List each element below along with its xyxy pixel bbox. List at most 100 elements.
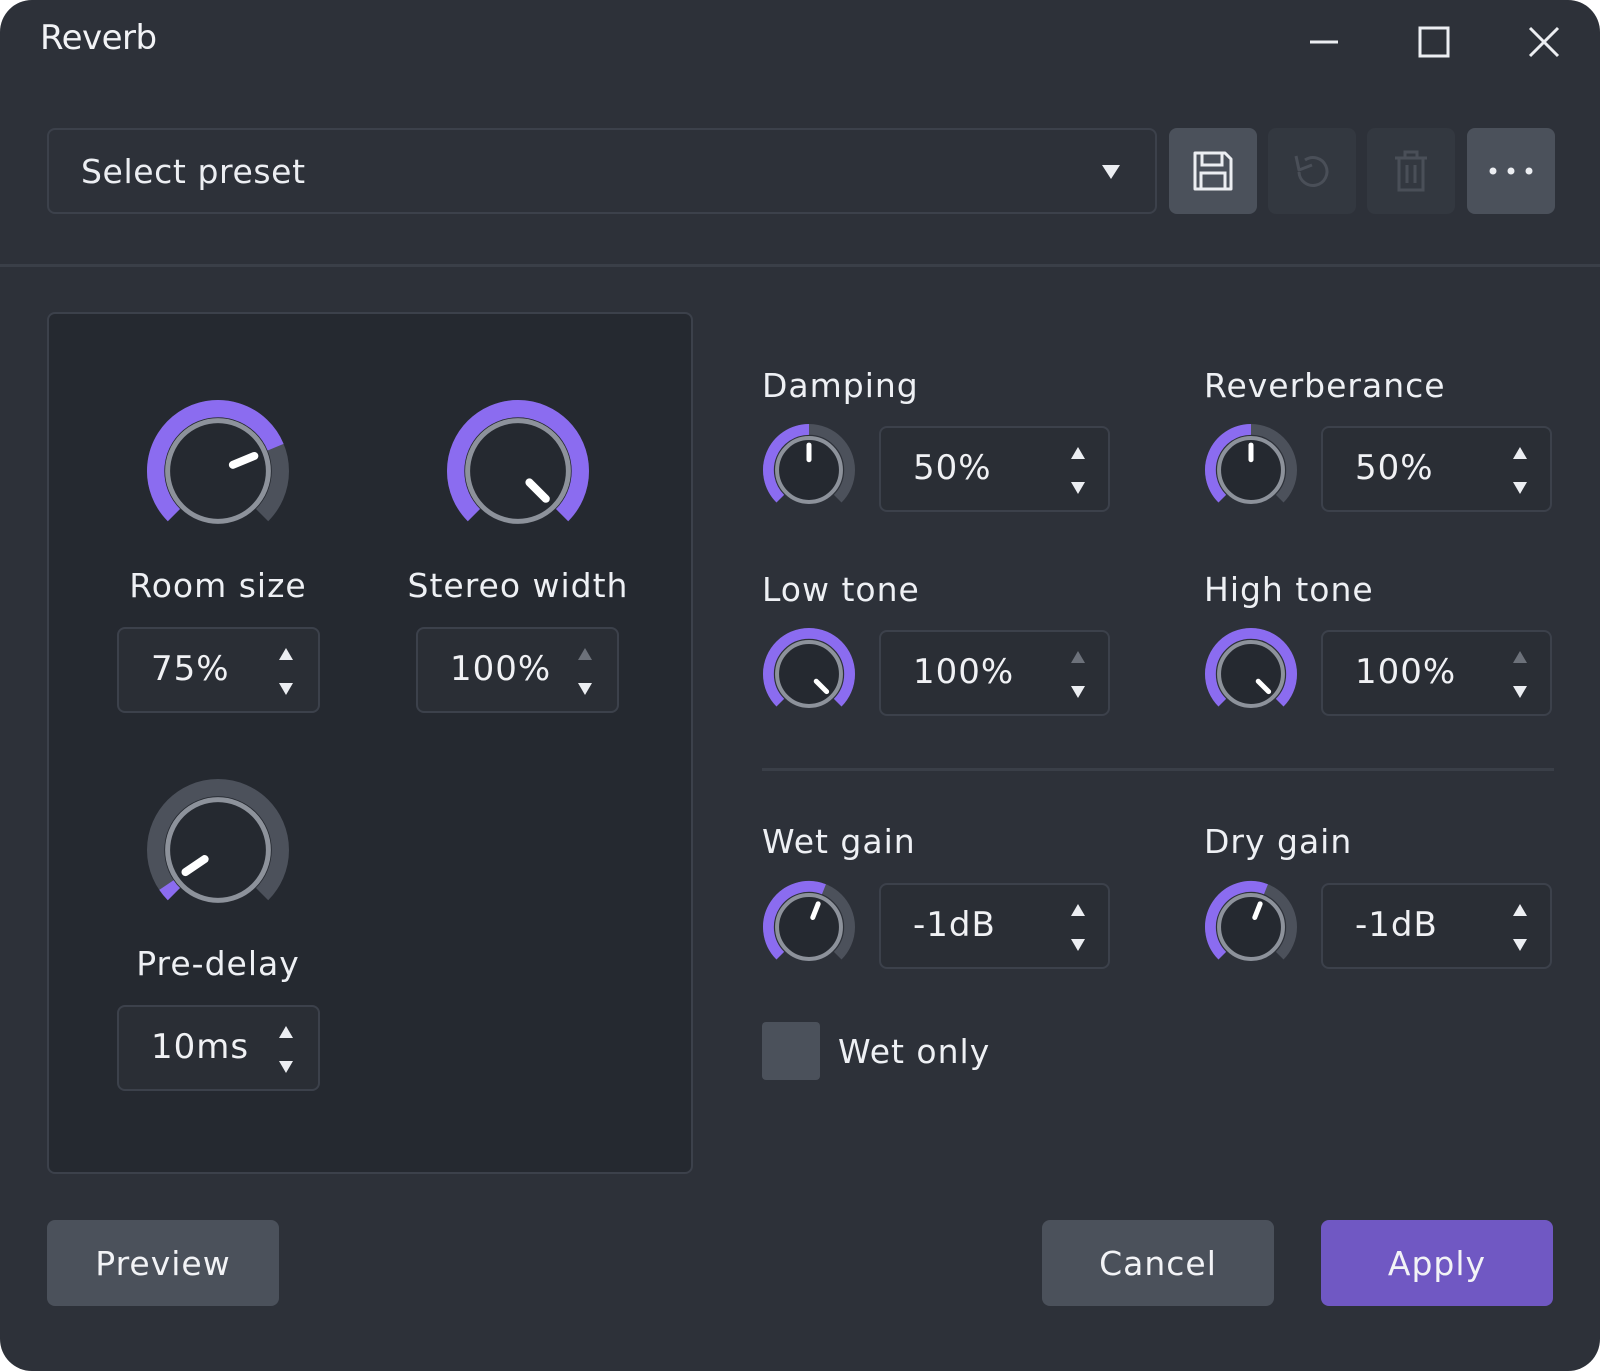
room-size-increment[interactable]	[271, 639, 301, 669]
title-bar: Reverb	[0, 0, 1600, 86]
dry-gain-spinbox[interactable]: -1dB	[1321, 883, 1552, 969]
arrow-up-icon	[1071, 651, 1085, 663]
window-title: Reverb	[40, 18, 157, 58]
high-tone-knob[interactable]	[1204, 627, 1298, 721]
arrow-down-icon	[1513, 482, 1527, 494]
stereo-width-spinbox[interactable]: 100%	[416, 627, 619, 713]
reverb-dialog: Reverb Select preset Room size 75% Stere…	[0, 0, 1600, 1371]
pre-delay-decrement[interactable]	[271, 1052, 301, 1082]
stereo-width-knob[interactable]	[446, 399, 590, 543]
knob-dial	[465, 418, 571, 524]
low-tone-spinbox[interactable]: 100%	[879, 630, 1110, 716]
dry-gain-decrement[interactable]	[1505, 930, 1535, 960]
arrow-down-icon	[1513, 686, 1527, 698]
damping-knob[interactable]	[762, 423, 856, 517]
preset-dropdown[interactable]: Select preset	[47, 128, 1157, 214]
stereo-width-decrement[interactable]	[570, 674, 600, 704]
minimize-button[interactable]	[1294, 14, 1354, 70]
room-size-decrement[interactable]	[271, 674, 301, 704]
reverberance-value: 50%	[1355, 448, 1434, 488]
preview-button[interactable]: Preview	[47, 1220, 279, 1306]
minimize-icon	[1310, 40, 1338, 44]
reload-preset-button[interactable]	[1268, 128, 1356, 214]
arrow-down-icon	[279, 683, 293, 695]
arrow-down-icon	[1513, 939, 1527, 951]
wet-only-label[interactable]: Wet only	[838, 1032, 990, 1071]
arrow-up-icon	[578, 648, 592, 660]
arrow-up-icon	[279, 648, 293, 660]
arrow-up-icon	[279, 1026, 293, 1038]
toolbar-divider	[0, 264, 1600, 267]
cancel-button[interactable]: Cancel	[1042, 1220, 1274, 1306]
close-icon	[1528, 26, 1560, 58]
stereo-width-label: Stereo width	[407, 566, 629, 605]
damping-increment[interactable]	[1063, 438, 1093, 468]
save-icon	[1193, 151, 1233, 191]
low-tone-increment[interactable]	[1063, 642, 1093, 672]
dry-gain-value: -1dB	[1355, 905, 1438, 945]
save-preset-button[interactable]	[1169, 128, 1257, 214]
dry-gain-increment[interactable]	[1505, 895, 1535, 925]
damping-spinbox[interactable]: 50%	[879, 426, 1110, 512]
arrow-up-icon	[1513, 447, 1527, 459]
wet-gain-increment[interactable]	[1063, 895, 1093, 925]
pre-delay-increment[interactable]	[271, 1017, 301, 1047]
arrow-up-icon	[1071, 447, 1085, 459]
pre-delay-label: Pre-delay	[136, 944, 300, 983]
more-icon	[1489, 167, 1533, 175]
wet-gain-value: -1dB	[913, 905, 996, 945]
close-button[interactable]	[1514, 14, 1574, 70]
damping-decrement[interactable]	[1063, 473, 1093, 503]
pre-delay-value: 10ms	[151, 1027, 250, 1067]
more-options-button[interactable]	[1467, 128, 1555, 214]
room-size-spinbox[interactable]: 75%	[117, 627, 320, 713]
room-size-knob[interactable]	[146, 399, 290, 543]
apply-button[interactable]: Apply	[1321, 1220, 1553, 1306]
damping-value: 50%	[913, 448, 992, 488]
knob-value-arc	[159, 880, 181, 901]
knob-dial	[775, 640, 843, 708]
arrow-down-icon	[279, 1061, 293, 1073]
knob-dial	[775, 893, 843, 961]
high-tone-decrement[interactable]	[1505, 677, 1535, 707]
section-divider	[762, 768, 1554, 771]
reverberance-spinbox[interactable]: 50%	[1321, 426, 1552, 512]
arrow-down-icon	[1071, 482, 1085, 494]
high-tone-increment[interactable]	[1505, 642, 1535, 672]
pre-delay-knob[interactable]	[146, 778, 290, 922]
knob-dial	[165, 418, 271, 524]
room-size-value: 75%	[151, 649, 230, 689]
reverberance-decrement[interactable]	[1505, 473, 1535, 503]
high-tone-spinbox[interactable]: 100%	[1321, 630, 1552, 716]
stereo-width-increment[interactable]	[570, 639, 600, 669]
knob-dial	[165, 797, 271, 903]
low-tone-decrement[interactable]	[1063, 677, 1093, 707]
reverberance-label: Reverberance	[1204, 366, 1446, 405]
trash-icon	[1395, 150, 1427, 192]
delete-preset-button[interactable]	[1367, 128, 1455, 214]
maximize-button[interactable]	[1404, 14, 1464, 70]
wet-gain-spinbox[interactable]: -1dB	[879, 883, 1110, 969]
pre-delay-spinbox[interactable]: 10ms	[117, 1005, 320, 1091]
reverberance-knob[interactable]	[1204, 423, 1298, 517]
arrow-up-icon	[1513, 904, 1527, 916]
arrow-down-icon	[1071, 686, 1085, 698]
arrow-down-icon	[578, 683, 592, 695]
low-tone-knob[interactable]	[762, 627, 856, 721]
high-tone-value: 100%	[1355, 652, 1457, 692]
low-tone-label: Low tone	[762, 570, 920, 609]
dry-gain-label: Dry gain	[1204, 822, 1353, 861]
reload-icon	[1294, 155, 1329, 187]
wet-gain-knob[interactable]	[762, 880, 856, 974]
chevron-down-icon	[1102, 165, 1120, 179]
reverberance-increment[interactable]	[1505, 438, 1535, 468]
room-size-label: Room size	[129, 566, 307, 605]
maximize-icon	[1418, 26, 1450, 58]
wet-gain-label: Wet gain	[762, 822, 916, 861]
wet-only-checkbox[interactable]	[762, 1022, 820, 1080]
wet-gain-decrement[interactable]	[1063, 930, 1093, 960]
high-tone-label: High tone	[1204, 570, 1374, 609]
dry-gain-knob[interactable]	[1204, 880, 1298, 974]
arrow-up-icon	[1513, 651, 1527, 663]
knob-dial	[1217, 893, 1285, 961]
